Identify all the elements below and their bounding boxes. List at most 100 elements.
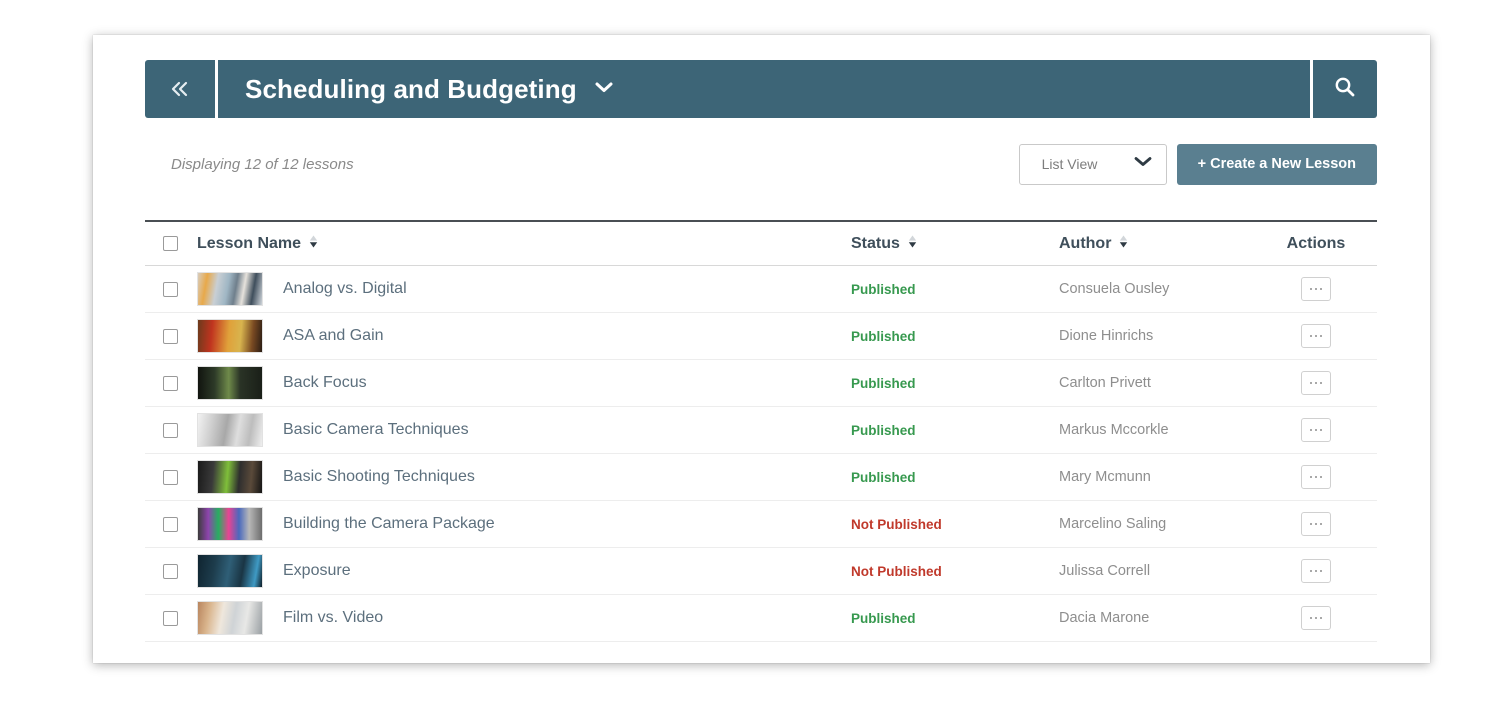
ellipsis-icon bbox=[1319, 569, 1323, 573]
ellipsis-icon bbox=[1309, 475, 1313, 479]
status-badge: Published bbox=[851, 422, 916, 438]
row-select-cell bbox=[145, 328, 197, 344]
ellipsis-icon bbox=[1309, 522, 1313, 526]
lesson-name-link[interactable]: ASA and Gain bbox=[283, 327, 384, 345]
lesson-thumbnail bbox=[197, 601, 263, 635]
lesson-name-cell: Analog vs. Digital bbox=[197, 272, 851, 306]
select-all-checkbox[interactable] bbox=[163, 236, 178, 251]
column-header-lesson-name[interactable]: Lesson Name bbox=[197, 234, 851, 254]
ellipsis-icon bbox=[1309, 287, 1313, 291]
ellipsis-icon bbox=[1314, 334, 1318, 338]
row-checkbox[interactable] bbox=[163, 328, 178, 344]
status-cell: Published bbox=[851, 329, 1059, 344]
author-cell: Dacia Marone bbox=[1059, 610, 1255, 626]
ellipsis-icon bbox=[1309, 428, 1313, 432]
select-all-cell bbox=[145, 236, 197, 251]
page-root: Scheduling and Budgeting Displaying 12 o… bbox=[0, 0, 1500, 712]
row-checkbox[interactable] bbox=[163, 375, 178, 391]
ellipsis-icon bbox=[1309, 381, 1313, 385]
row-checkbox[interactable] bbox=[163, 516, 178, 532]
author-name: Marcelino Saling bbox=[1059, 516, 1167, 532]
create-new-lesson-button[interactable]: + Create a New Lesson bbox=[1176, 143, 1377, 185]
lesson-manager-card: Scheduling and Budgeting Displaying 12 o… bbox=[93, 35, 1430, 663]
column-header-status[interactable]: Status bbox=[851, 234, 1059, 254]
author-name: Carlton Privett bbox=[1059, 375, 1151, 391]
lesson-name-link[interactable]: Basic Shooting Techniques bbox=[283, 468, 475, 486]
lesson-thumbnail bbox=[197, 554, 263, 588]
column-label: Author bbox=[1059, 234, 1112, 252]
row-select-cell bbox=[145, 610, 197, 626]
ellipsis-icon bbox=[1309, 569, 1313, 573]
row-actions-button[interactable] bbox=[1301, 371, 1331, 395]
column-label: Status bbox=[851, 234, 900, 252]
search-button[interactable] bbox=[1313, 60, 1377, 118]
actions-cell bbox=[1255, 418, 1377, 442]
row-actions-button[interactable] bbox=[1301, 512, 1331, 536]
column-header-author[interactable]: Author bbox=[1059, 234, 1255, 254]
table-row: Analog vs. Digital Published Consuela Ousl… bbox=[145, 266, 1377, 313]
row-checkbox[interactable] bbox=[163, 281, 178, 297]
status-badge: Not Published bbox=[851, 516, 942, 532]
lesson-name-link[interactable]: Analog vs. Digital bbox=[283, 280, 407, 298]
chevron-down-icon bbox=[1133, 155, 1153, 173]
author-name: Markus Mccorkle bbox=[1059, 422, 1169, 438]
row-checkbox[interactable] bbox=[163, 563, 178, 579]
toolbar-actions: List View + Create a New Lesson bbox=[1018, 143, 1377, 185]
row-actions-button[interactable] bbox=[1301, 606, 1331, 630]
status-cell: Published bbox=[851, 470, 1059, 485]
author-cell: Mary Mcmunn bbox=[1059, 469, 1255, 485]
lesson-name-cell: Film vs. Video bbox=[197, 601, 851, 635]
row-actions-button[interactable] bbox=[1301, 277, 1331, 301]
actions-cell bbox=[1255, 371, 1377, 395]
lesson-thumbnail bbox=[197, 272, 263, 306]
row-select-cell bbox=[145, 516, 197, 532]
row-actions-button[interactable] bbox=[1301, 324, 1331, 348]
status-badge: Published bbox=[851, 328, 916, 344]
row-checkbox[interactable] bbox=[163, 610, 178, 626]
list-toolbar: Displaying 12 of 12 lessons List View + … bbox=[145, 135, 1377, 193]
lesson-name-link[interactable]: Basic Camera Techniques bbox=[283, 421, 469, 439]
row-checkbox[interactable] bbox=[163, 469, 178, 485]
row-select-cell bbox=[145, 281, 197, 297]
lesson-thumbnail bbox=[197, 366, 263, 400]
row-select-cell bbox=[145, 422, 197, 438]
column-label: Lesson Name bbox=[197, 234, 302, 252]
row-checkbox[interactable] bbox=[163, 422, 178, 438]
lesson-name-link[interactable]: Exposure bbox=[283, 562, 351, 580]
collapse-sidebar-button[interactable] bbox=[145, 60, 215, 118]
lesson-thumbnail bbox=[197, 507, 263, 541]
ellipsis-icon bbox=[1314, 428, 1318, 432]
author-cell: Marcelino Saling bbox=[1059, 516, 1255, 532]
actions-cell bbox=[1255, 606, 1377, 630]
sort-icon bbox=[1118, 234, 1129, 254]
actions-cell bbox=[1255, 465, 1377, 489]
actions-cell bbox=[1255, 559, 1377, 583]
status-badge: Not Published bbox=[851, 563, 942, 579]
row-actions-button[interactable] bbox=[1301, 559, 1331, 583]
view-mode-select[interactable]: List View bbox=[1018, 143, 1167, 185]
row-actions-button[interactable] bbox=[1301, 465, 1331, 489]
table-row: Basic Shooting Techniques Published Mary M… bbox=[145, 454, 1377, 501]
status-cell: Published bbox=[851, 611, 1059, 626]
row-select-cell bbox=[145, 469, 197, 485]
ellipsis-icon bbox=[1314, 522, 1318, 526]
table-row: ASA and Gain Published Dione Hinrichs bbox=[145, 313, 1377, 360]
lesson-name-cell: Building the Camera Package bbox=[197, 507, 851, 541]
lesson-name-link[interactable]: Film vs. Video bbox=[283, 609, 383, 627]
author-name: Dacia Marone bbox=[1059, 610, 1150, 626]
lesson-thumbnail bbox=[197, 319, 263, 353]
ellipsis-icon bbox=[1314, 569, 1318, 573]
column-label: Actions bbox=[1286, 234, 1346, 252]
lesson-name-link[interactable]: Building the Camera Package bbox=[283, 515, 495, 533]
lesson-name-link[interactable]: Back Focus bbox=[283, 374, 367, 392]
table-body: Analog vs. Digital Published Consuela Ousl… bbox=[145, 266, 1377, 642]
ellipsis-icon bbox=[1319, 381, 1323, 385]
lesson-thumbnail bbox=[197, 460, 263, 494]
row-actions-button[interactable] bbox=[1301, 418, 1331, 442]
author-name: Mary Mcmunn bbox=[1059, 469, 1151, 485]
ellipsis-icon bbox=[1319, 475, 1323, 479]
author-name: Consuela Ousley bbox=[1059, 281, 1170, 297]
ellipsis-icon bbox=[1319, 616, 1323, 620]
ellipsis-icon bbox=[1314, 475, 1318, 479]
course-title-dropdown[interactable]: Scheduling and Budgeting bbox=[218, 60, 1310, 118]
